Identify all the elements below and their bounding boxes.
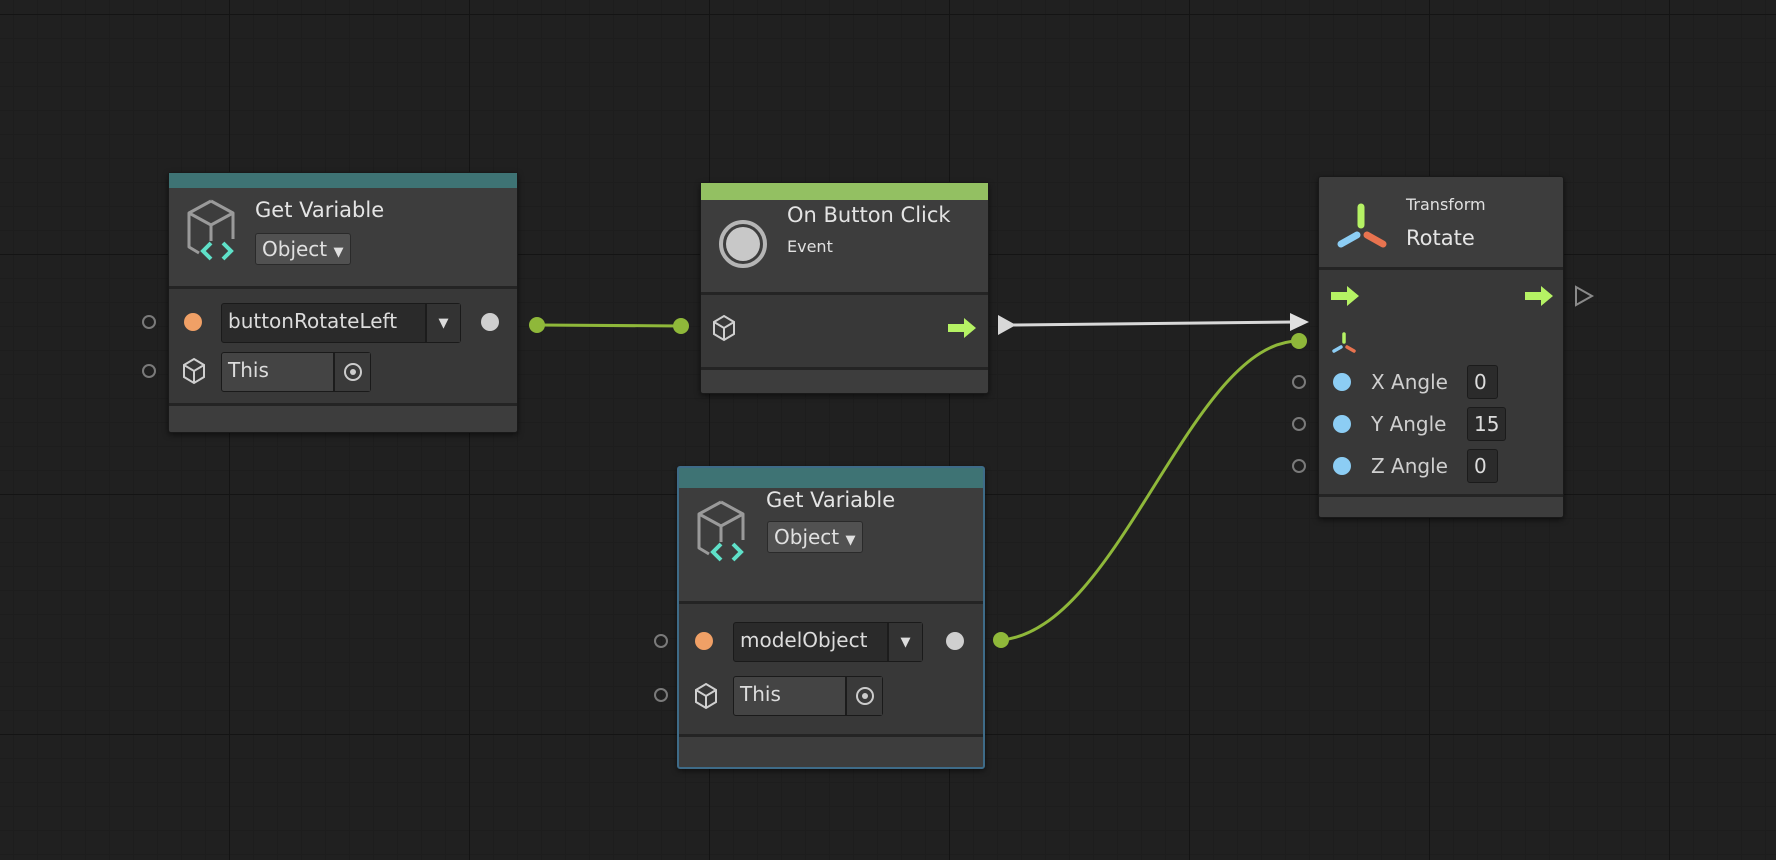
float-port-icon[interactable] [1333, 457, 1351, 475]
z-angle-input[interactable]: 0 [1467, 449, 1498, 483]
flow-wire [1011, 320, 1295, 327]
chevron-down-icon: ▼ [333, 245, 344, 260]
wire-endpoint [1291, 333, 1307, 349]
string-port-icon[interactable] [695, 632, 713, 650]
variable-kind-dropdown[interactable]: Object ▼ [255, 233, 351, 265]
variable-name-field[interactable]: modelObject ▼ [733, 622, 923, 662]
field-value: This [740, 682, 781, 706]
dropdown-value: Object [262, 237, 328, 261]
wire-endpoint [529, 317, 545, 333]
x-angle-label: X Angle [1371, 370, 1448, 394]
target-object-field[interactable]: This [733, 676, 883, 716]
node-title: Get Variable [766, 488, 896, 512]
input-port[interactable] [142, 315, 156, 329]
node-title: On Button Click [787, 203, 951, 227]
object-wire-2 [1000, 339, 1300, 642]
node-category: Transform [1406, 195, 1486, 214]
variable-name-field[interactable]: buttonRotateLeft ▼ [221, 303, 461, 343]
transform-target-icon [1332, 332, 1356, 353]
event-icon [719, 220, 767, 268]
field-value: buttonRotateLeft [228, 309, 398, 333]
x-angle-input[interactable]: 0 [1467, 365, 1498, 399]
object-picker-icon[interactable] [845, 677, 882, 715]
cube-icon [183, 357, 205, 385]
value-output-port[interactable] [946, 632, 964, 650]
variable-cube-icon [697, 500, 745, 562]
float-port-icon[interactable] [1333, 415, 1351, 433]
object-wire-1 [536, 323, 682, 328]
y-angle-input[interactable]: 15 [1467, 407, 1506, 441]
target-object-field[interactable]: This [221, 352, 371, 392]
flow-in-arrowhead [1290, 313, 1309, 331]
flow-out-triangle [998, 315, 1016, 335]
dropdown-value: Object [774, 525, 840, 549]
chevron-down-icon[interactable]: ▼ [425, 304, 460, 342]
rotate-flow-out-port [1575, 285, 1595, 307]
wire-endpoint [993, 632, 1009, 648]
object-picker-icon[interactable] [333, 353, 370, 391]
rotate-icon [1337, 203, 1387, 248]
chevron-down-icon: ▼ [845, 533, 856, 548]
variable-kind-dropdown[interactable]: Object ▼ [767, 521, 863, 553]
float-port-icon[interactable] [1333, 373, 1351, 391]
string-port-icon[interactable] [184, 313, 202, 331]
get-variable-node-button[interactable]: Get Variable Object ▼ buttonRotateLeft ▼ … [168, 172, 518, 433]
variable-cube-icon [187, 199, 235, 261]
y-angle-input-port[interactable] [1292, 417, 1306, 431]
get-variable-node-model[interactable]: Get Variable Object ▼ modelObject ▼ This [677, 466, 985, 769]
cube-icon [695, 682, 717, 710]
flow-in-arrow-icon [1331, 286, 1359, 306]
flow-arrow-icon [948, 318, 976, 338]
value-output-port[interactable] [481, 313, 499, 331]
input-port[interactable] [654, 634, 668, 648]
chevron-down-icon[interactable]: ▼ [887, 623, 922, 661]
node-subtitle: Event [787, 237, 833, 256]
field-value: modelObject [740, 628, 868, 652]
wire-endpoint [673, 318, 689, 334]
z-angle-label: Z Angle [1371, 454, 1448, 478]
on-button-click-node[interactable]: On Button Click Event [700, 182, 989, 394]
input-port[interactable] [654, 688, 668, 702]
z-angle-input-port[interactable] [1292, 459, 1306, 473]
flow-out-arrow-icon [1525, 286, 1553, 306]
cube-icon [713, 314, 735, 342]
node-title: Rotate [1406, 226, 1475, 250]
field-value: This [228, 358, 269, 382]
x-angle-input-port[interactable] [1292, 375, 1306, 389]
node-title: Get Variable [255, 198, 385, 222]
y-angle-label: Y Angle [1371, 412, 1447, 436]
transform-rotate-node[interactable]: Transform Rotate X Angle 0 Y Angle 15 Z … [1318, 176, 1564, 518]
input-port[interactable] [142, 364, 156, 378]
